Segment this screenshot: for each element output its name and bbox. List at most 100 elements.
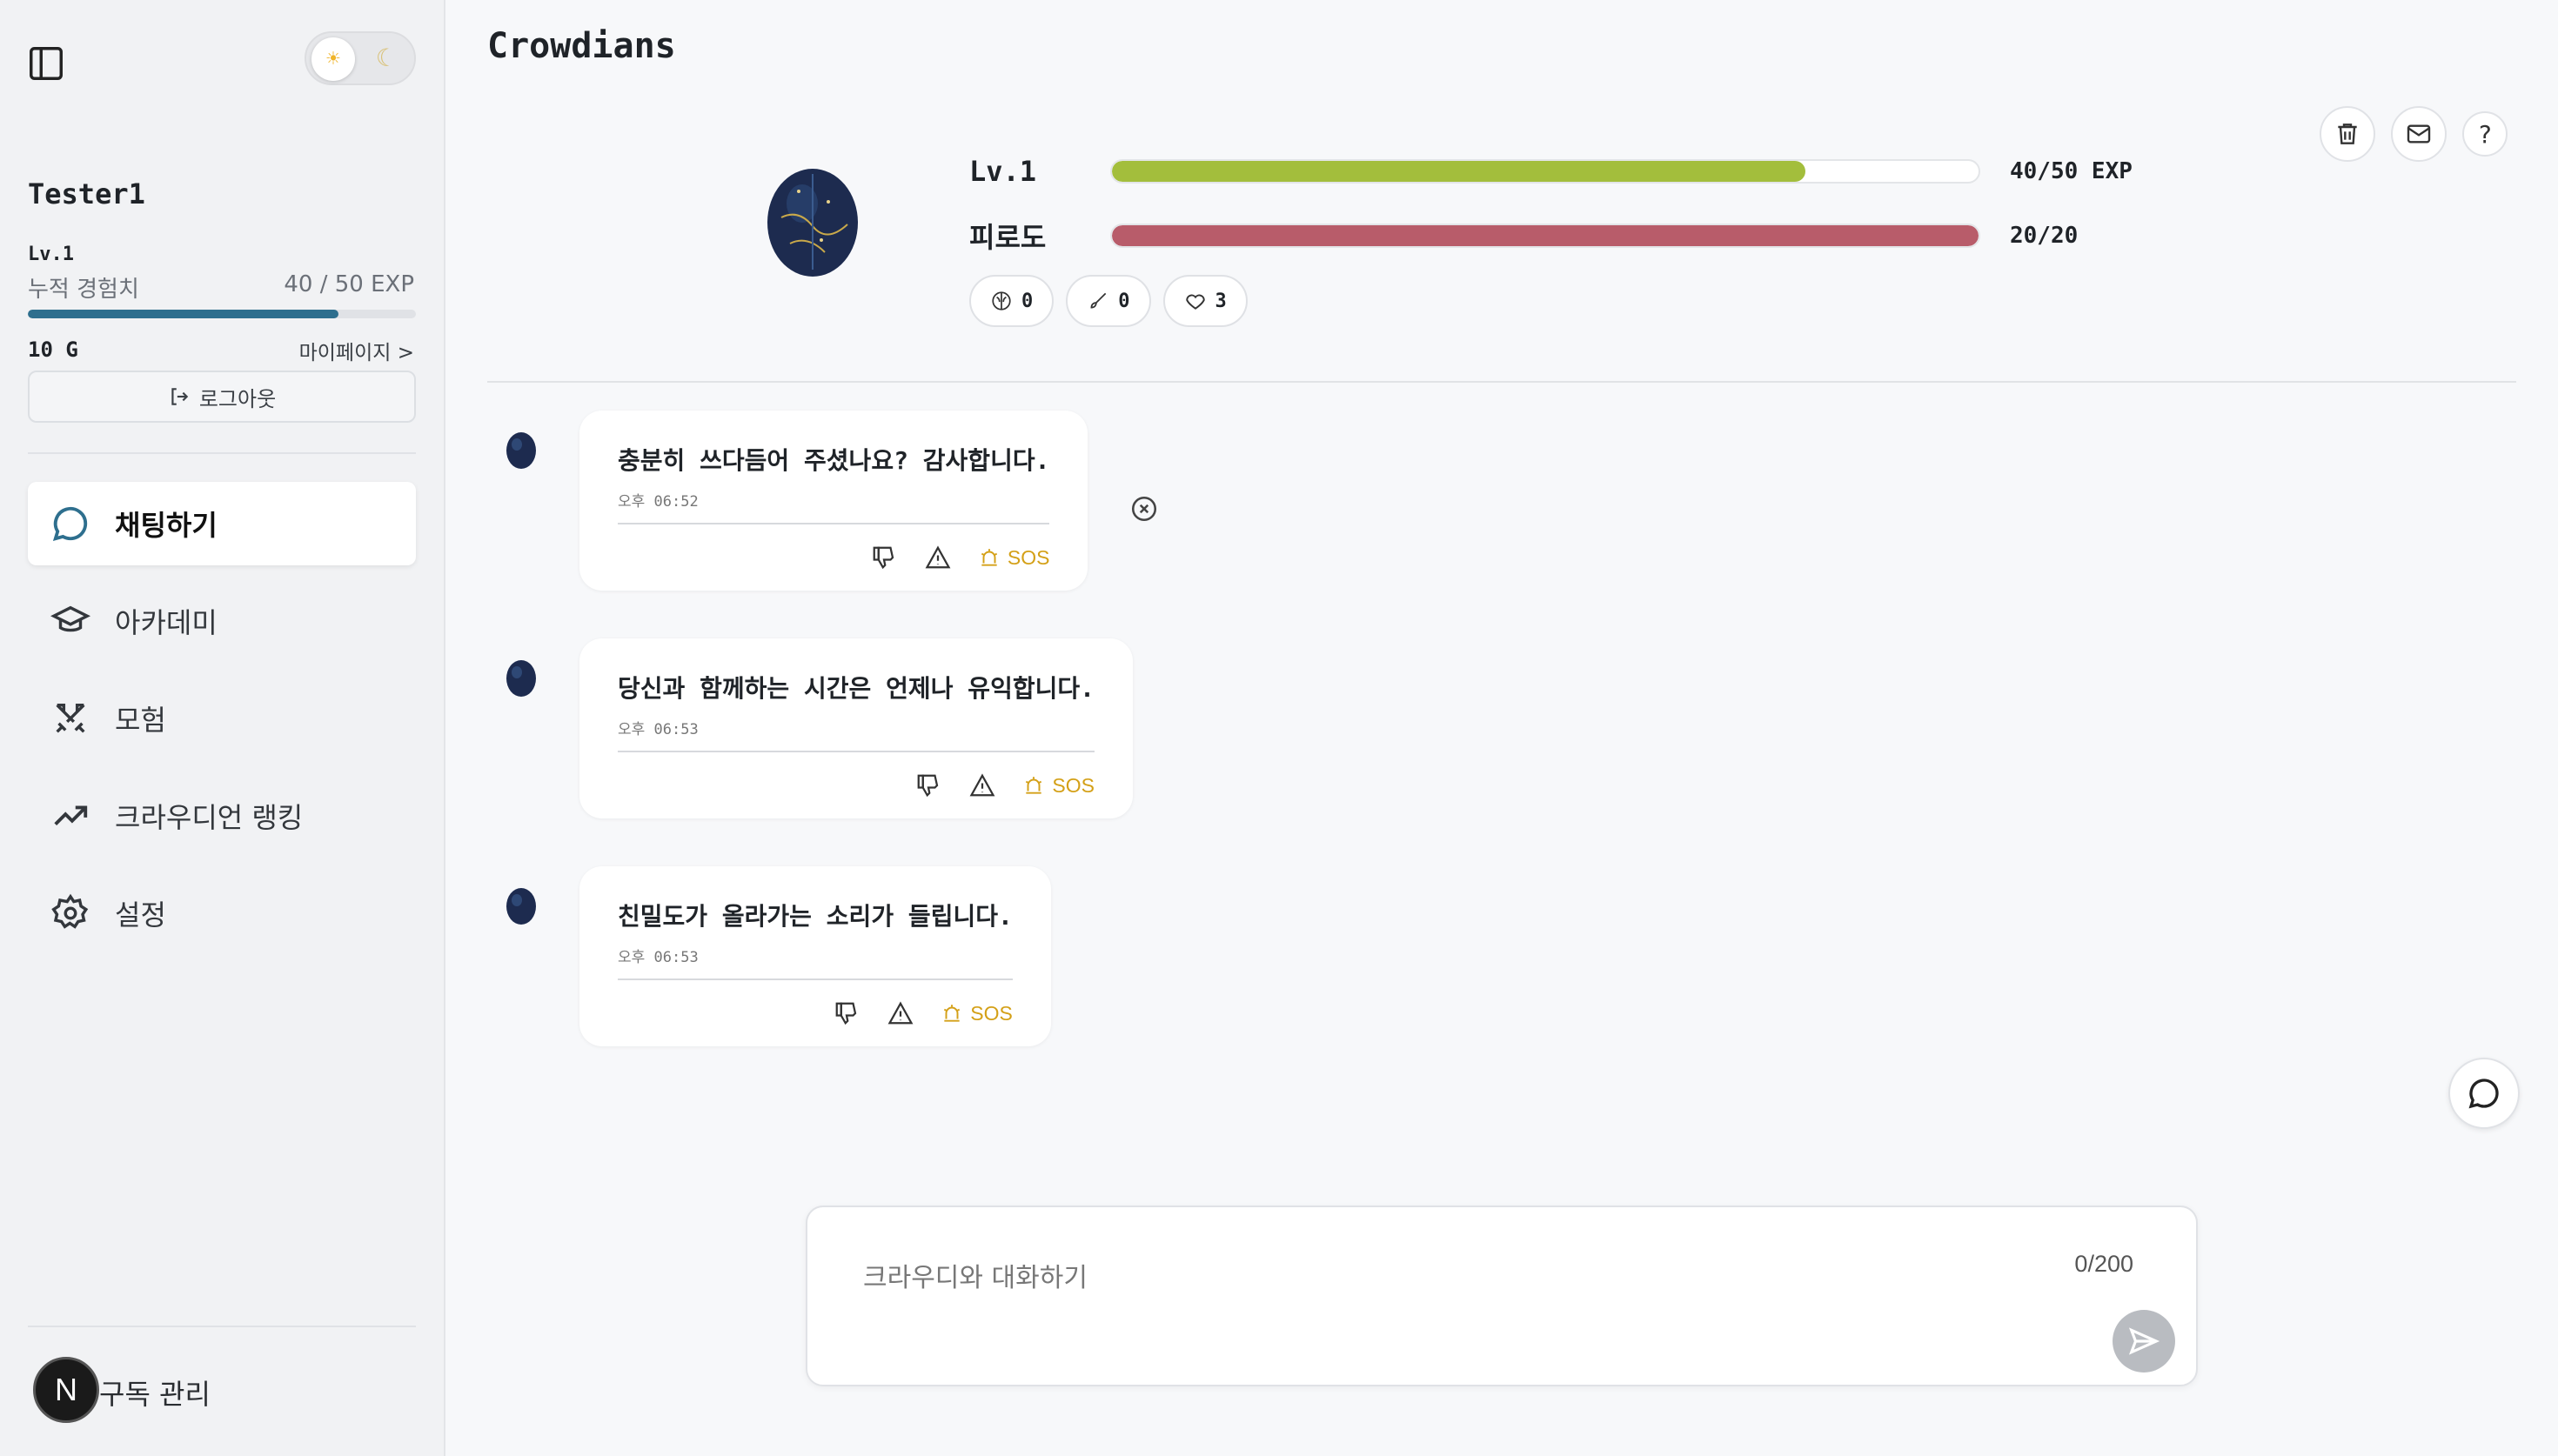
nav-item-settings[interactable]: 설정 <box>28 872 416 955</box>
sidebar-divider <box>28 1326 416 1327</box>
panel-left-icon <box>30 47 63 80</box>
sos-label: SOS <box>970 1001 1013 1025</box>
pet-fatigue-row: 피로도 20/20 <box>969 216 2078 256</box>
pet-avatar <box>506 432 536 469</box>
send-icon <box>2128 1327 2160 1355</box>
message-text: 충분히 쓰다듬어 주셨나요? 감사합니다. <box>618 446 1050 475</box>
exp-label: 누적 경험치 <box>28 277 139 303</box>
message-time: 오후 06:53 <box>618 949 699 966</box>
warning-icon[interactable] <box>968 771 996 799</box>
brush-icon <box>1090 292 1107 309</box>
theme-toggle[interactable]: ☀ ☾ <box>305 31 416 85</box>
pet-avatar <box>506 660 536 697</box>
pet-fatigue-value: 20/20 <box>2010 223 2079 249</box>
pet-exp-bar <box>1110 159 1980 184</box>
moon-icon: ☾ <box>376 43 391 72</box>
crossed-swords-icon <box>49 697 92 740</box>
intelligence-chip: 0 <box>969 275 1055 327</box>
chat-input[interactable]: 크라우디와 대화하기 <box>863 1256 1088 1294</box>
pet-level-label: Lv.1 <box>969 155 1037 188</box>
user-level: Lv.1 <box>28 244 74 265</box>
exp-progress-fill <box>28 310 338 318</box>
exp-progress-bar <box>28 310 416 318</box>
chip-value: 0 <box>1118 290 1130 312</box>
logout-icon <box>171 388 189 405</box>
nav-item-chat[interactable]: 채팅하기 <box>28 482 416 565</box>
siren-icon <box>1026 777 1042 794</box>
logout-button[interactable]: 로그아웃 <box>28 371 416 423</box>
sos-button[interactable]: SOS <box>1022 774 1095 798</box>
sos-label: SOS <box>1007 545 1050 569</box>
nav-item-label: 모험 <box>115 704 166 737</box>
chat-composer[interactable]: 크라우디와 대화하기 0/200 <box>806 1206 2198 1386</box>
pet-avatar <box>506 888 536 925</box>
close-circle-icon[interactable] <box>1129 494 1159 524</box>
message-bubble: 당신과 함께하는 시간은 언제나 유익합니다. 오후 06:53 SOS <box>579 638 1133 818</box>
gear-icon <box>49 892 92 935</box>
message-time: 오후 06:52 <box>618 493 699 511</box>
message-text: 당신과 함께하는 시간은 언제나 유익합니다. <box>618 674 1095 703</box>
sos-label: SOS <box>1052 773 1095 797</box>
nav-item-adventure[interactable]: 모험 <box>28 677 416 760</box>
send-button[interactable] <box>2113 1310 2175 1373</box>
grooming-chip: 0 <box>1066 275 1151 327</box>
message-actions: SOS <box>618 524 1049 591</box>
user-name: Tester1 <box>28 177 145 210</box>
message-bubble: 충분히 쓰다듬어 주셨나요? 감사합니다. 오후 06:52 SOS <box>579 411 1088 591</box>
sidebar: ☀ ☾ Tester1 Lv.1 누적 경험치 40 / 50 EXP 10 G… <box>0 0 445 1456</box>
pet-exp-value: 40/50 EXP <box>2010 158 2133 184</box>
sidebar-divider <box>28 452 416 454</box>
section-divider <box>487 381 2516 383</box>
char-counter: 0/200 <box>2074 1251 2133 1277</box>
message-actions: SOS <box>618 980 1013 1046</box>
pet-exp-fill <box>1112 161 1805 182</box>
help-button[interactable]: ? <box>2462 111 2508 157</box>
mypage-link[interactable]: 마이페이지 > <box>299 336 414 365</box>
nav-item-ranking[interactable]: 크라우디언 랭킹 <box>28 774 416 858</box>
delete-button[interactable] <box>2320 106 2375 162</box>
trash-icon <box>2338 124 2357 144</box>
sun-icon: ☀ <box>311 37 355 81</box>
chip-value: 0 <box>1021 290 1034 312</box>
message-bubble: 친밀도가 올라가는 소리가 들립니다. 오후 06:53 SOS <box>579 866 1051 1046</box>
sidebar-nav: 채팅하기 아카데미 모험 크라우디언 랭킹 설정 <box>28 482 416 969</box>
nav-item-label: 아카데미 <box>115 606 218 639</box>
n-badge[interactable]: N <box>33 1357 99 1423</box>
nav-item-academy[interactable]: 아카데미 <box>28 579 416 663</box>
siren-icon <box>981 549 997 566</box>
trending-up-icon <box>49 794 92 838</box>
sidebar-toggle-button[interactable] <box>26 43 71 83</box>
mail-icon <box>2407 124 2431 144</box>
nav-item-label: 크라우디언 랭킹 <box>115 801 304 834</box>
gold-balance: 10 G <box>28 337 78 362</box>
affection-chip: 3 <box>1162 275 1248 327</box>
mail-button[interactable] <box>2391 106 2447 162</box>
sos-button[interactable]: SOS <box>941 1002 1013 1025</box>
brain-icon <box>992 291 1011 311</box>
floating-chat-button[interactable] <box>2448 1058 2520 1129</box>
nav-item-label: 설정 <box>115 898 166 932</box>
chat-bubble-icon <box>2468 1079 2499 1109</box>
graduation-cap-icon <box>49 599 92 643</box>
exp-value: 40 / 50 EXP <box>284 271 414 297</box>
chat-bubble-icon <box>49 502 92 545</box>
thumbs-down-icon[interactable] <box>870 544 898 571</box>
thumbs-down-icon[interactable] <box>833 999 860 1027</box>
warning-icon[interactable] <box>924 544 952 571</box>
pet-fatigue-label: 피로도 <box>969 221 1047 254</box>
sos-button[interactable]: SOS <box>978 545 1050 570</box>
thumbs-down-icon[interactable] <box>914 771 942 799</box>
siren-icon <box>944 1005 961 1022</box>
chip-value: 3 <box>1215 290 1227 312</box>
heart-icon <box>1185 294 1205 310</box>
pet-fatigue-bar <box>1110 224 1980 248</box>
message-time: 오후 06:53 <box>618 721 699 738</box>
pet-fatigue-fill <box>1112 225 1979 246</box>
top-toolbar: ? <box>2320 106 2508 162</box>
logout-label: 로그아웃 <box>198 386 277 411</box>
pet-level-row: Lv.1 40/50 EXP <box>969 155 2133 188</box>
subscription-manage-link[interactable]: 구독 관리 <box>99 1373 211 1413</box>
message-text: 친밀도가 올라가는 소리가 들립니다. <box>618 902 1013 931</box>
pet-stat-chips: 0 0 3 <box>969 275 1248 327</box>
warning-icon[interactable] <box>887 999 914 1027</box>
